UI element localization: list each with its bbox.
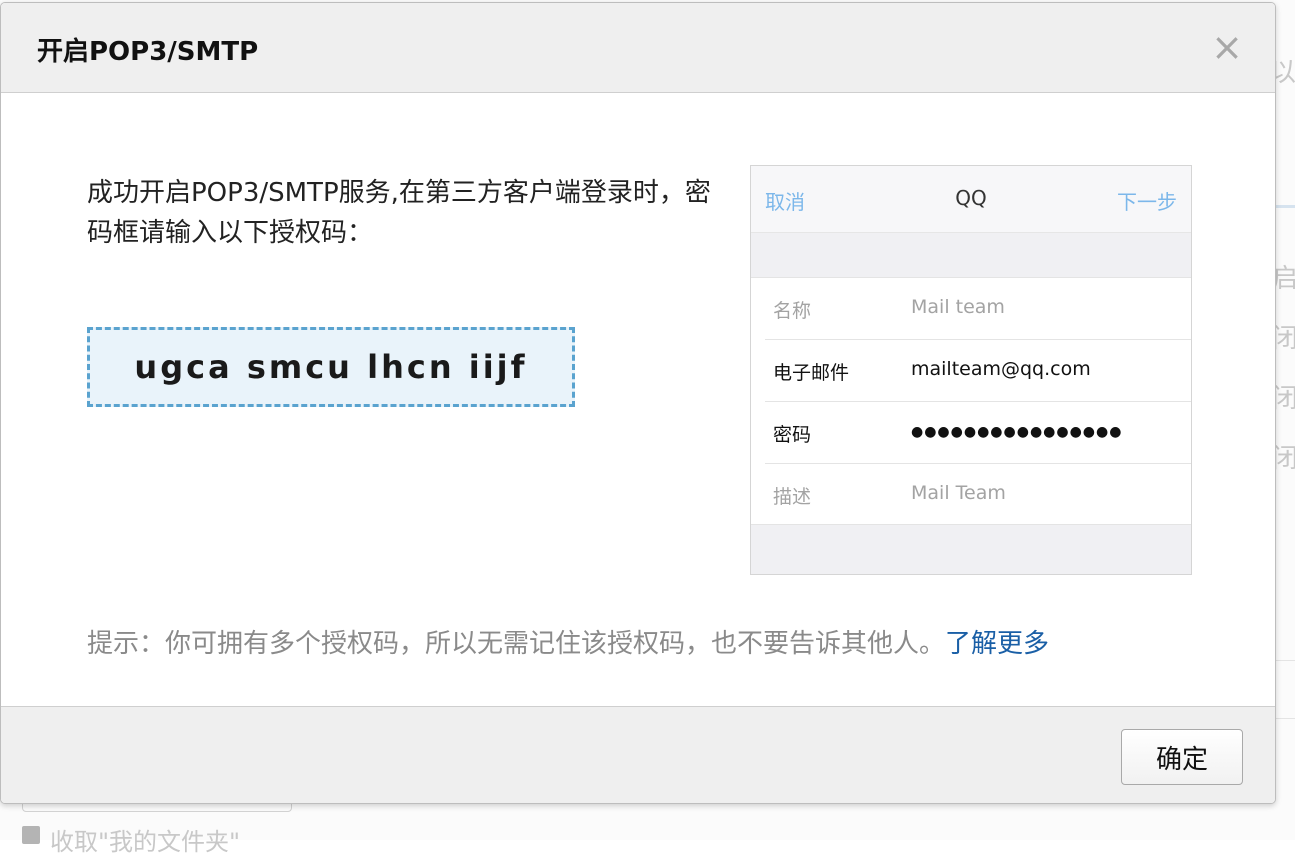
phone-form: 名称 Mail team 电子邮件 mailteam@qq.com 密码 ●●●… (751, 278, 1191, 525)
bg-divider (1276, 718, 1295, 719)
close-icon[interactable]: × (1207, 27, 1247, 67)
learn-more-link[interactable]: 了解更多 (945, 629, 1049, 659)
phone-row-value: Mail team (911, 296, 1005, 318)
hint-text: 提示：你可拥有多个授权码，所以无需记住该授权码，也不要告诉其他人。了解更多 (87, 623, 1227, 660)
phone-next-label: 下一步 (1117, 190, 1177, 214)
phone-row-value: mailteam@qq.com (911, 358, 1091, 380)
confirm-button[interactable]: 确定 (1121, 729, 1243, 785)
phone-row-label: 电子邮件 (773, 362, 850, 384)
phone-row-name: 名称 Mail team (765, 278, 1191, 340)
phone-row-description: 描述 Mail Team (765, 464, 1191, 525)
phone-nav-bar: 取消 QQ 下一步 (751, 166, 1191, 233)
phone-row-label: 描述 (773, 486, 812, 508)
auth-code-box: ugca smcu lhcn iijf (87, 327, 575, 407)
dialog-title: 开启POP3/SMTP (37, 37, 259, 67)
phone-row-value: Mail Team (911, 482, 1006, 504)
success-message: 成功开启POP3/SMTP服务,在第三方客户端登录时，密码框请输入以下授权码： (87, 178, 711, 248)
phone-spacer (751, 233, 1191, 278)
dialog-footer: 确定 (1, 706, 1275, 803)
bg-checkbox (22, 826, 40, 844)
pop3-smtp-dialog: 开启POP3/SMTP × 成功开启POP3/SMTP服务,在第三方客户端登录时… (0, 2, 1276, 804)
hint-message: 提示：你可拥有多个授权码，所以无需记住该授权码，也不要告诉其他人。 (87, 629, 946, 659)
phone-row-value: ●●●●●●●●●●●●●●●● (911, 424, 1123, 440)
dialog-header: 开启POP3/SMTP × (1, 3, 1275, 93)
phone-row-label: 名称 (773, 300, 812, 322)
phone-row-password: 密码 ●●●●●●●●●●●●●●●● (765, 402, 1191, 464)
bg-divider (1276, 660, 1295, 661)
client-setup-example-image: 取消 QQ 下一步 名称 Mail team 电子邮件 mailteam@qq.… (750, 165, 1192, 575)
auth-code[interactable]: ugca smcu lhcn iijf (90, 330, 572, 404)
phone-footer-space (751, 524, 1191, 574)
phone-row-label: 密码 (773, 424, 812, 446)
bg-divider (1276, 205, 1295, 208)
phone-row-email: 电子邮件 mailteam@qq.com (765, 340, 1191, 402)
